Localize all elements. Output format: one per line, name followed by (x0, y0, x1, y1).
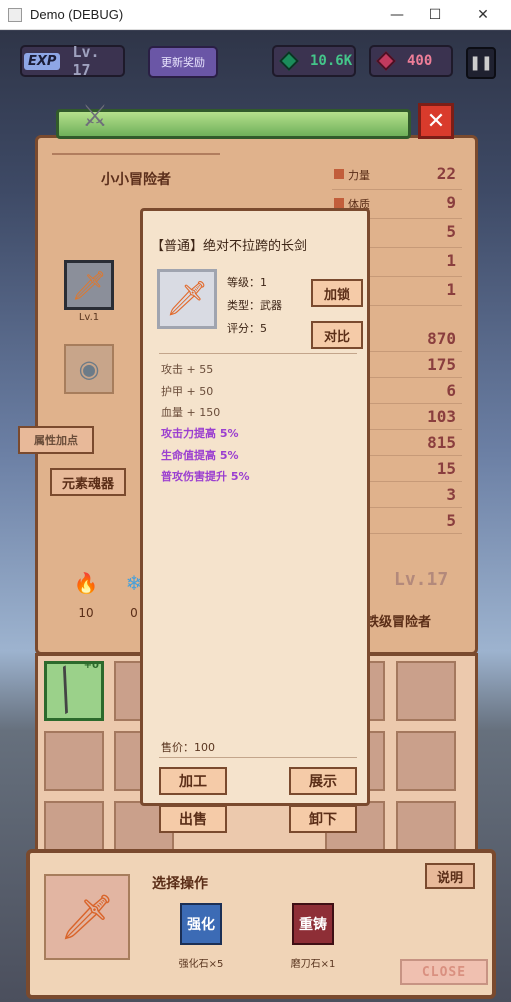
stone-icon: ◉ (78, 355, 100, 383)
strength-icon (334, 169, 344, 179)
window-titlebar: Demo (DEBUG) — ☐ ✕ (0, 0, 511, 30)
inventory-slot[interactable] (44, 731, 104, 791)
window-close-icon[interactable]: ✕ (464, 0, 502, 30)
stat-value: 5 (446, 511, 456, 530)
minimize-icon[interactable]: — (378, 0, 416, 30)
compare-button[interactable]: 对比 (311, 321, 363, 349)
flame-sword-icon: 🗡 (165, 279, 209, 319)
reforge-cost: 磨刀石×1 (290, 959, 336, 970)
attr-attack-bonus: 攻击力提高 5% (161, 427, 239, 440)
inventory-slot[interactable] (396, 731, 456, 791)
stat-value: 1 (446, 251, 456, 270)
item-price: 售价：100 (161, 741, 215, 754)
item-type: 类型：武器 (227, 299, 282, 312)
item-detail-popup: 【普通】绝对不拉跨的长剑 🗡 等级：1 类型：武器 评分：5 加锁 对比 攻击 … (140, 208, 370, 833)
stat-row: 力量 22 (332, 161, 462, 190)
update-reward-button[interactable]: 更新奖励 (148, 46, 218, 78)
inventory-slot[interactable] (396, 661, 456, 721)
red-gem-icon (376, 51, 396, 71)
attr-attack: 攻击 + 55 (161, 363, 214, 376)
enhance-level-badge: +0 (83, 660, 99, 671)
process-button[interactable]: 加工 (159, 767, 227, 795)
exp-level-badge: EXP Lv. 17 (20, 43, 125, 79)
exp-tag: EXP (24, 52, 61, 70)
hero-name-underline (52, 107, 220, 155)
enhance-cost: 强化石×5 (178, 959, 224, 970)
stat-value: 815 (427, 433, 456, 452)
item-icon-frame: 🗡 (157, 269, 217, 329)
stat-label: 力量 (348, 169, 370, 182)
stat-value: 870 (427, 329, 456, 348)
longsword-icon: ╱ (46, 667, 86, 714)
divider (159, 757, 357, 758)
hero-rank-title: 铁级冒险者 (366, 615, 432, 630)
game-canvas: EXP Lv. 17 更新奖励 10.6K 400 ❚❚ ⚔ ✕ 小小冒险者 🗡… (0, 31, 511, 1002)
equip-level: Lv.1 (78, 312, 100, 323)
fire-essence-icon[interactable]: 🔥 (69, 566, 103, 600)
item-title: 【普通】绝对不拉跨的长剑 (151, 239, 308, 254)
operation-title: 选择操作 (152, 876, 208, 892)
equipped-weapon-slot[interactable]: 🗡 (64, 260, 114, 310)
stat-value: 103 (427, 407, 456, 426)
element-soul-button[interactable]: 元素魂器 (50, 468, 126, 496)
stat-value: 9 (446, 193, 456, 212)
stat-value: 175 (427, 355, 456, 374)
red-gem-value: 400 (407, 53, 433, 69)
stat-value: 5 (446, 222, 456, 241)
red-gem-counter: 400 (369, 45, 453, 77)
attr-armor: 护甲 + 50 (161, 385, 214, 398)
app-icon (8, 7, 22, 22)
window-title: Demo (DEBUG) (30, 7, 124, 22)
stone-slot[interactable]: ◉ (64, 344, 114, 394)
player-level: Lv. 17 (72, 43, 100, 79)
green-gem-counter: 10.6K (272, 45, 356, 77)
stat-value: 15 (436, 459, 456, 478)
reforge-button[interactable]: 重铸 (292, 903, 334, 945)
close-button[interactable]: CLOSE (400, 959, 488, 985)
stat-value: 6 (446, 381, 456, 400)
constitution-icon (334, 198, 344, 208)
selected-item-slot: 🗡 (44, 874, 130, 960)
inventory-slot-equipped[interactable]: +0 ╱ (44, 660, 104, 721)
lock-button[interactable]: 加锁 (311, 279, 363, 307)
flame-sword-icon: 🗡 (59, 892, 115, 943)
unequip-button[interactable]: 卸下 (289, 805, 357, 833)
item-score: 评分：5 (227, 322, 267, 335)
help-button[interactable]: 说明 (425, 863, 475, 889)
attr-hp: 血量 + 150 (161, 406, 221, 419)
hero-big-level: Lv.17 (394, 569, 449, 590)
divider (159, 353, 357, 354)
attr-normal-attack-bonus: 普攻伤害提升 5% (161, 470, 250, 483)
green-gem-icon (279, 51, 299, 71)
panel-close-button[interactable]: ✕ (418, 103, 454, 139)
stat-value: 1 (446, 280, 456, 299)
maximize-icon[interactable]: ☐ (416, 0, 454, 30)
enhance-button[interactable]: 强化 (180, 903, 222, 945)
attr-hp-bonus: 生命值提高 5% (161, 449, 239, 462)
flame-sword-icon: 🗡 (71, 268, 107, 302)
attribute-points-button[interactable]: 属性加点 (18, 426, 94, 454)
display-button[interactable]: 展示 (289, 767, 357, 795)
green-gem-value: 10.6K (310, 53, 353, 69)
hero-name: 小小冒险者 (101, 172, 171, 188)
fire-essence-count: 10 (78, 606, 94, 620)
item-level: 等级：1 (227, 276, 267, 289)
stat-value: 3 (446, 485, 456, 504)
sell-button[interactable]: 出售 (159, 805, 227, 833)
stat-value: 22 (436, 164, 456, 183)
pause-button[interactable]: ❚❚ (466, 47, 496, 79)
